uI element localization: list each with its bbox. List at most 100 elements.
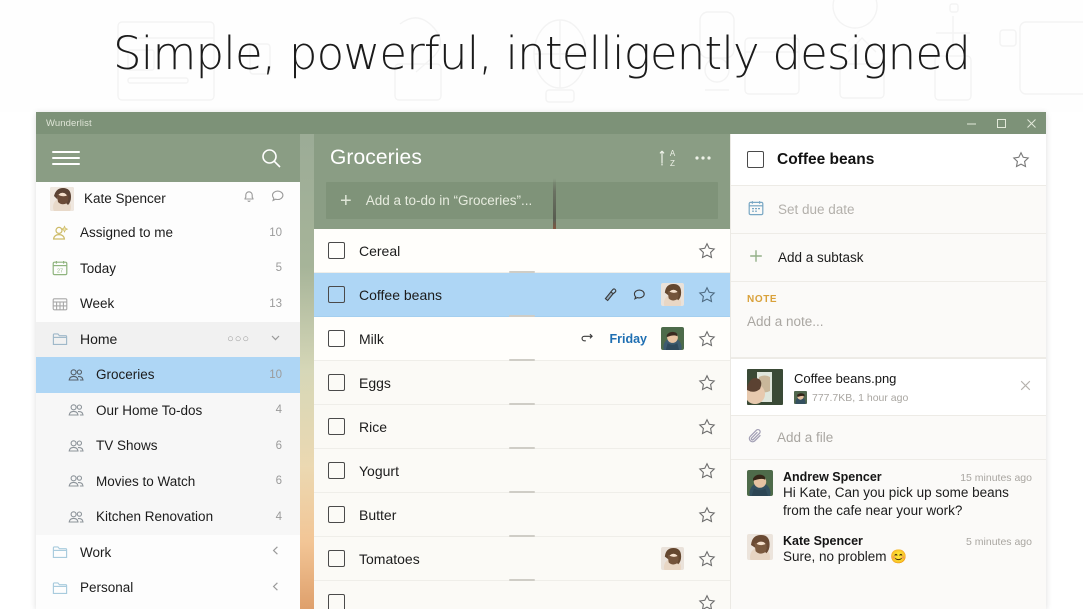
star-icon[interactable]: [698, 462, 716, 480]
note-block[interactable]: NOTE Add a note...: [731, 282, 1046, 358]
sidebar-item-today[interactable]: 27 Today 5: [36, 251, 300, 287]
star-icon[interactable]: [698, 594, 716, 609]
chevron-left-icon[interactable]: [269, 580, 282, 596]
due-date-badge: Friday: [609, 331, 647, 346]
sidebar-user-row[interactable]: Kate Spencer: [36, 182, 300, 215]
sidebar-item-count: 4: [275, 404, 282, 417]
app-window: Wunderlist Kate Spencer Assigned to me 1…: [36, 112, 1046, 609]
task-checkbox[interactable]: [328, 330, 345, 347]
add-todo-input[interactable]: + Add a to-do in “Groceries”...: [326, 182, 718, 219]
table-row[interactable]: Coffee beans: [314, 273, 730, 317]
add-file-label: Add a file: [777, 430, 834, 445]
task-title: Tomatoes: [359, 550, 420, 567]
plus-icon: +: [340, 189, 352, 212]
minimize-icon[interactable]: [956, 112, 986, 134]
bell-icon[interactable]: [241, 188, 257, 209]
table-row[interactable]: Cereal: [314, 229, 730, 273]
task-checkbox[interactable]: [747, 151, 764, 168]
comment-header: Andrew Spencer 15 minutes ago: [783, 470, 1032, 484]
task-checkbox[interactable]: [328, 550, 345, 567]
chevron-down-icon[interactable]: [269, 331, 282, 347]
set-due-date-label: Set due date: [778, 202, 855, 217]
maximize-icon[interactable]: [986, 112, 1016, 134]
sidebar-group-personal[interactable]: Personal: [36, 570, 300, 606]
table-row[interactable]: Eggs: [314, 361, 730, 405]
task-checkbox[interactable]: [328, 286, 345, 303]
close-icon[interactable]: [1019, 379, 1032, 395]
sidebar-item-tv-shows[interactable]: TV Shows 6: [36, 428, 300, 464]
close-icon[interactable]: [1016, 112, 1046, 134]
table-row[interactable]: Butter: [314, 493, 730, 537]
app-title: Wunderlist: [46, 117, 92, 129]
sidebar-item-our-home-to-dos[interactable]: Our Home To-dos 4: [36, 392, 300, 428]
task-checkbox[interactable]: [328, 594, 345, 609]
chat-bubble-icon[interactable]: [270, 188, 286, 209]
shared-list-icon: [66, 472, 85, 491]
star-icon[interactable]: [698, 550, 716, 568]
panel-divider-gradient: [300, 134, 314, 609]
chevron-left-icon[interactable]: [269, 544, 282, 560]
sort-az-icon[interactable]: A Z: [658, 147, 680, 169]
star-icon[interactable]: [698, 506, 716, 524]
sidebar-header: [36, 134, 300, 182]
comment-item: Andrew Spencer 15 minutes ago Hi Kate, C…: [731, 460, 1046, 524]
task-title: Milk: [359, 330, 384, 347]
sidebar-item-count: 5: [275, 262, 282, 275]
sidebar-group-work[interactable]: Work: [36, 534, 300, 570]
group-more-icon[interactable]: ○○○: [227, 333, 250, 345]
sidebar-item-groceries[interactable]: Groceries 10: [36, 357, 300, 393]
star-icon[interactable]: [698, 418, 716, 436]
comment-author: Andrew Spencer: [783, 470, 882, 484]
hero-headline: Simple, powerful, intelligently designed: [113, 27, 971, 80]
task-checkbox[interactable]: [328, 418, 345, 435]
detail-panel: Coffee beans Set due date Add a subtask …: [730, 134, 1046, 609]
add-subtask-row[interactable]: Add a subtask: [731, 234, 1046, 282]
task-checkbox[interactable]: [328, 242, 345, 259]
sidebar-item-assigned-to-me[interactable]: Assigned to me 10: [36, 215, 300, 251]
hamburger-icon[interactable]: [52, 148, 80, 168]
sidebar-item-label: Our Home To-dos: [96, 402, 203, 418]
calendar-icon: [747, 199, 765, 220]
sidebar-group-home[interactable]: Home ○○○: [36, 321, 300, 357]
calendar-day-icon: 27: [50, 259, 69, 278]
star-icon[interactable]: [698, 330, 716, 348]
svg-text:Z: Z: [670, 159, 675, 168]
table-row[interactable]: Yogurt: [314, 449, 730, 493]
star-icon[interactable]: [698, 242, 716, 260]
sidebar-item-kitchen-renovation[interactable]: Kitchen Renovation 4: [36, 499, 300, 535]
sidebar-scroll[interactable]: Kate Spencer Assigned to me 10 27 Today …: [36, 182, 300, 609]
search-icon[interactable]: [260, 147, 282, 169]
hero-banner: Simple, powerful, intelligently designed: [0, 0, 1083, 112]
sidebar-item-label: Week: [80, 296, 115, 312]
table-row-partial[interactable]: [314, 581, 730, 609]
task-checkbox[interactable]: [328, 462, 345, 479]
comment-author: Kate Spencer: [783, 534, 863, 548]
sidebar-group-label: Personal: [80, 580, 134, 596]
recurring-icon: [580, 331, 595, 346]
add-subtask-label: Add a subtask: [778, 250, 864, 265]
sidebar-item-movies-to-watch[interactable]: Movies to Watch 6: [36, 463, 300, 499]
attachment-row[interactable]: Coffee beans.png 777.7KB, 1 hour ago: [731, 358, 1046, 416]
task-checkbox[interactable]: [328, 374, 345, 391]
sidebar-item-label: Kitchen Renovation: [96, 509, 214, 525]
sidebar-item-count: 6: [275, 439, 282, 452]
sidebar-item-label: Assigned to me: [80, 225, 174, 241]
avatar: [661, 327, 684, 350]
sidebar-item-label: Groceries: [96, 367, 155, 383]
table-row[interactable]: Tomatoes: [314, 537, 730, 581]
task-checkbox[interactable]: [328, 506, 345, 523]
comment-text: Hi Kate, Can you pick up some beans from…: [783, 485, 1009, 518]
sidebar-item-week[interactable]: Week 13: [36, 286, 300, 322]
list-header: Groceries A Z: [314, 134, 730, 182]
table-row[interactable]: Rice: [314, 405, 730, 449]
star-icon[interactable]: [1012, 151, 1030, 169]
sidebar-group-label: Work: [80, 544, 112, 560]
star-icon[interactable]: [698, 286, 716, 304]
set-due-date-row[interactable]: Set due date: [731, 186, 1046, 234]
add-file-row[interactable]: Add a file: [731, 416, 1046, 460]
star-icon[interactable]: [698, 374, 716, 392]
table-row[interactable]: Milk Friday: [314, 317, 730, 361]
ellipsis-icon[interactable]: [692, 147, 714, 169]
attachment-meta: 777.7KB, 1 hour ago: [794, 391, 1008, 404]
task-title: Yogurt: [359, 462, 399, 479]
